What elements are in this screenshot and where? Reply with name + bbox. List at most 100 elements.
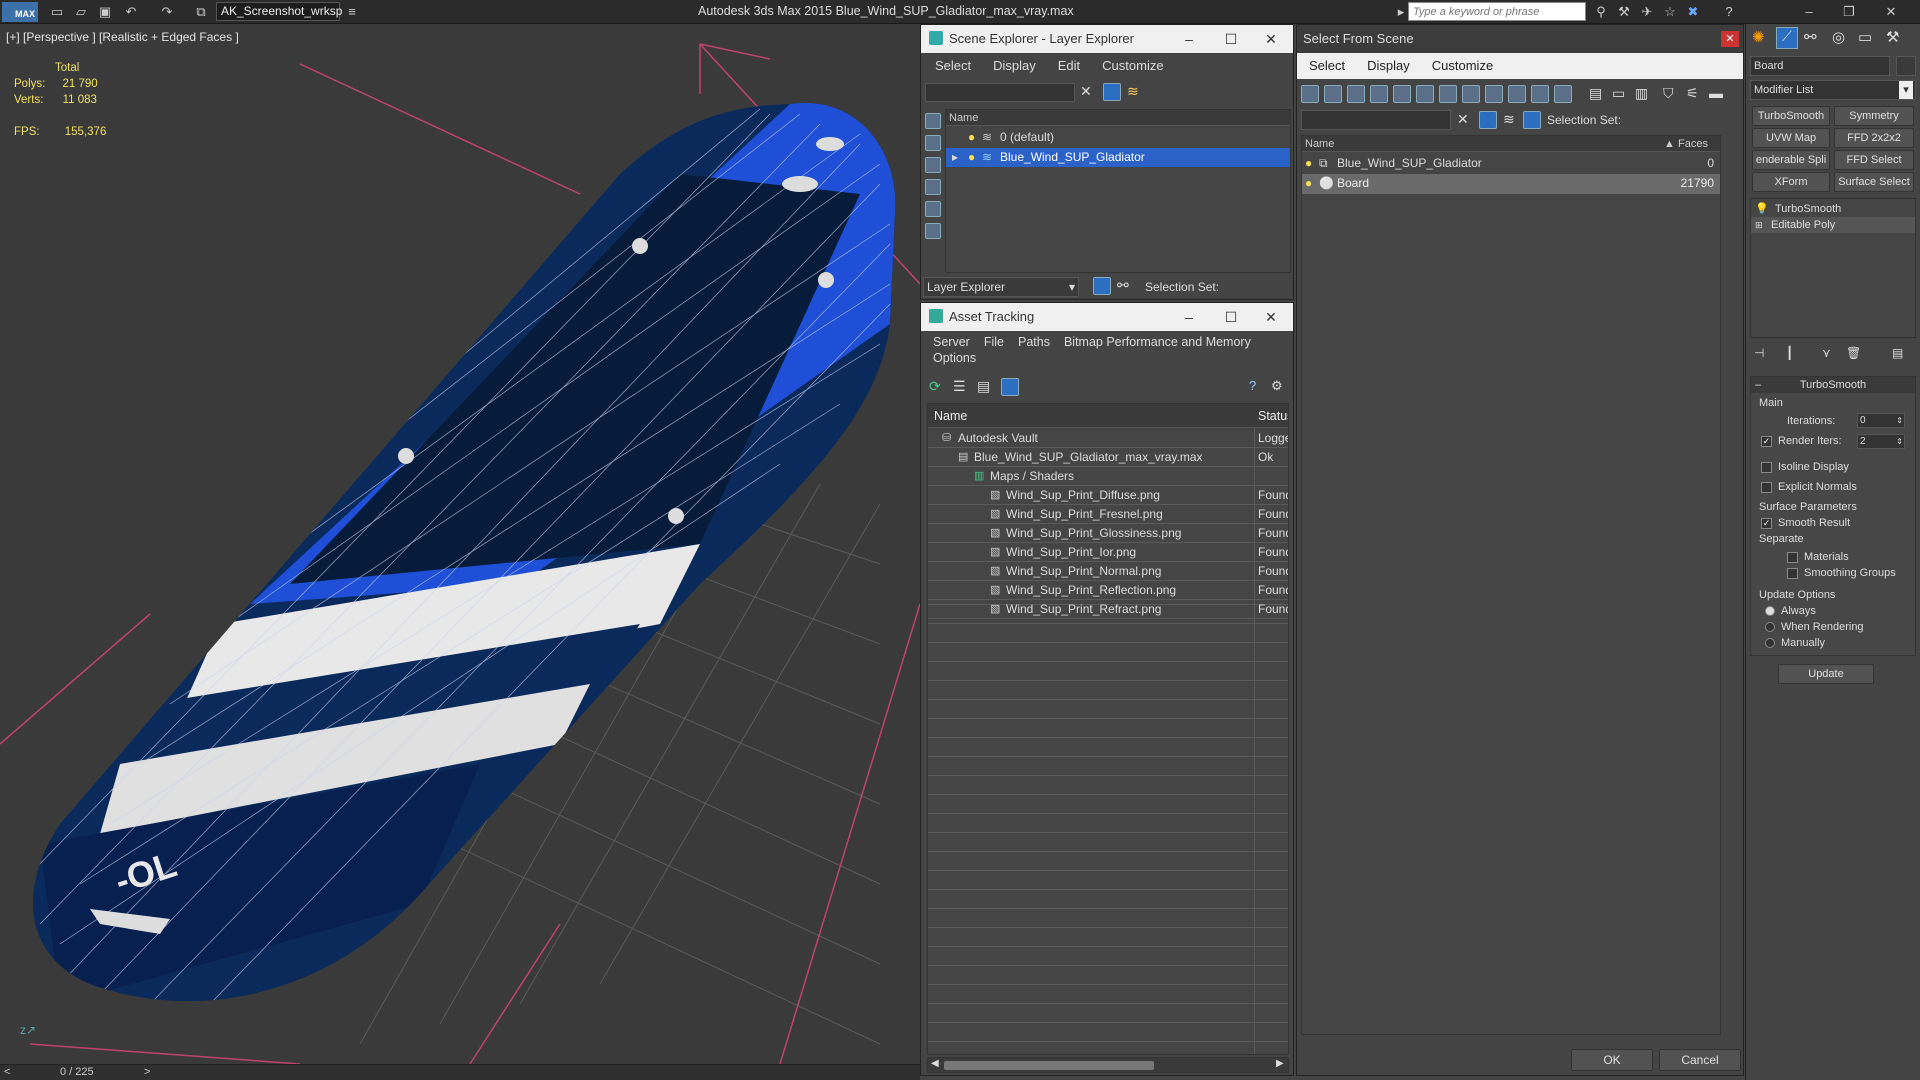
asset-row[interactable]: ▧ Wind_Sup_Print_Diffuse.png Found: [928, 486, 1288, 505]
asset-row[interactable]: ▧ Wind_Sup_Print_Glossiness.png Found: [928, 524, 1288, 543]
containers-icon[interactable]: [1508, 85, 1526, 103]
open-file-icon[interactable]: ▱: [72, 3, 90, 21]
materials-checkbox[interactable]: [1787, 551, 1798, 563]
thumbnail-view-icon[interactable]: ▤: [977, 378, 990, 395]
close-icon[interactable]: ✕: [1251, 25, 1291, 53]
filter-icon[interactable]: [1103, 83, 1121, 101]
object-row-selected[interactable]: ● ⚪ Board 21790: [1302, 174, 1720, 194]
undo-icon[interactable]: ↶: [122, 3, 140, 21]
asset-row[interactable]: ▤ Blue_Wind_SUP_Gladiator_max_vray.max Ok: [928, 448, 1288, 467]
scroll-right-icon[interactable]: ▶: [1276, 1058, 1284, 1069]
when-rendering-radio[interactable]: [1765, 622, 1775, 633]
board-model[interactable]: -OL z↗: [0, 24, 920, 1064]
spinner-arrows-icon[interactable]: ⇕: [1896, 414, 1903, 427]
redo-icon[interactable]: ↷: [158, 3, 176, 21]
spacewarps-icon[interactable]: [1416, 85, 1434, 103]
shape-filter-icon[interactable]: [925, 201, 941, 217]
smooth-result-checkbox[interactable]: ✓: [1761, 517, 1772, 529]
minimize-icon[interactable]: –: [1169, 25, 1209, 53]
modify-tab-icon[interactable]: ⟋: [1776, 27, 1798, 49]
menu-options[interactable]: Options: [933, 349, 976, 367]
maximize-icon[interactable]: ☐: [1211, 25, 1251, 53]
list-view-icon[interactable]: ☰: [953, 378, 966, 395]
renderable-spline-button[interactable]: enderable Spli: [1752, 150, 1830, 170]
new-file-icon[interactable]: ▭: [48, 3, 66, 21]
object-row[interactable]: ● ⧉ Blue_Wind_SUP_Gladiator 0: [1302, 154, 1720, 174]
render-iters-checkbox[interactable]: ✓: [1761, 435, 1772, 447]
cancel-button[interactable]: Cancel: [1659, 1049, 1741, 1071]
bulb-icon[interactable]: ●: [1305, 174, 1312, 193]
column-name[interactable]: Name: [1305, 136, 1334, 152]
configure-sets-icon[interactable]: ▤: [1892, 346, 1903, 360]
render-iters-spinner[interactable]: 2 ⇕: [1857, 434, 1905, 449]
utilities-tab-icon[interactable]: ⚒: [1886, 28, 1899, 46]
horizontal-scrollbar[interactable]: ◀ ▶: [927, 1057, 1289, 1073]
close-icon[interactable]: ✕: [1721, 31, 1739, 47]
clear-find-icon[interactable]: ✕: [1457, 111, 1469, 128]
save-icon[interactable]: ▣: [96, 3, 114, 21]
filter-active-icon[interactable]: [1479, 111, 1497, 129]
settings-icon[interactable]: ⚙: [1271, 378, 1283, 394]
ok-button[interactable]: OK: [1571, 1049, 1653, 1071]
hidden-icon[interactable]: [1554, 85, 1572, 103]
update-button[interactable]: Update: [1778, 664, 1874, 684]
menu-server[interactable]: Server: [933, 333, 970, 349]
light-filter-icon[interactable]: [925, 223, 941, 239]
menu-display[interactable]: Display: [1367, 53, 1410, 79]
scene-explorer-titlebar[interactable]: Scene Explorer - Layer Explorer – ☐ ✕: [921, 25, 1293, 53]
expand-arrow-icon[interactable]: ▸: [952, 148, 958, 167]
rollout-header[interactable]: – TurboSmooth: [1751, 377, 1915, 393]
sort-up-icon[interactable]: ▲: [1664, 136, 1675, 152]
select-none-icon[interactable]: ▭: [1612, 85, 1625, 102]
asset-row[interactable]: ▧ Wind_Sup_Print_Refract.png Found: [928, 600, 1288, 619]
asset-row[interactable]: ▧ Wind_Sup_Print_Normal.png Found: [928, 562, 1288, 581]
app-logo[interactable]: MAX: [2, 2, 38, 22]
scroll-thumb[interactable]: [944, 1061, 1154, 1070]
groups-icon[interactable]: [1439, 85, 1457, 103]
menu-bitmap-performance[interactable]: Bitmap Performance and Memory: [1064, 333, 1251, 349]
menu-display[interactable]: Display: [993, 53, 1036, 79]
display-all-icon[interactable]: [925, 135, 941, 151]
close-icon[interactable]: ✕: [1882, 3, 1900, 21]
refresh-icon[interactable]: ⟳: [929, 378, 941, 395]
xform-button[interactable]: XForm: [1752, 172, 1830, 192]
modifier-list-dropdown[interactable]: Modifier List ▾: [1750, 80, 1916, 100]
display-invert-icon[interactable]: [925, 157, 941, 173]
motion-tab-icon[interactable]: ◎: [1832, 28, 1845, 46]
menu-select[interactable]: Select: [1309, 53, 1345, 79]
make-unique-icon[interactable]: ⋎: [1822, 346, 1831, 360]
hierarchy-sort-icon[interactable]: [1523, 111, 1541, 129]
table-view-icon[interactable]: [1001, 378, 1019, 396]
ffd-select-button[interactable]: FFD Select: [1834, 150, 1914, 170]
search-input[interactable]: [1408, 2, 1586, 21]
communication-icon[interactable]: ✈: [1638, 3, 1656, 21]
helpers-icon[interactable]: [1393, 85, 1411, 103]
uvw-map-button[interactable]: UVW Map: [1752, 128, 1830, 148]
menu-select[interactable]: Select: [935, 53, 971, 79]
find-field[interactable]: [925, 83, 1075, 102]
layer-tree-header[interactable]: Name: [946, 110, 1290, 126]
layers-icon[interactable]: ≋: [1127, 83, 1139, 100]
stack-item-editable-poly[interactable]: ⊞ Editable Poly: [1751, 217, 1915, 233]
menu-customize[interactable]: Customize: [1432, 53, 1493, 79]
help-icon[interactable]: ?: [1249, 378, 1256, 393]
shapes-icon[interactable]: [1324, 85, 1342, 103]
workspace-dropdown[interactable]: AK_Screenshot_wrksp: [216, 2, 342, 21]
subscription-icon[interactable]: ⚒: [1615, 3, 1633, 21]
turbosmooth-button[interactable]: TurboSmooth: [1752, 106, 1830, 126]
explorer-type-dropdown[interactable]: Layer Explorer ▾: [923, 277, 1079, 297]
menu-file[interactable]: File: [984, 333, 1004, 349]
object-color-swatch[interactable]: [1896, 56, 1916, 76]
layers-icon[interactable]: ≋: [1503, 111, 1515, 128]
symmetry-button[interactable]: Symmetry: [1834, 106, 1914, 126]
column-name[interactable]: Name: [934, 404, 967, 428]
geometry-icon[interactable]: [1301, 85, 1319, 103]
scroll-left-icon[interactable]: ◀: [931, 1058, 939, 1069]
sort-by-layers-icon[interactable]: [1093, 277, 1111, 295]
menu-edit[interactable]: Edit: [1058, 53, 1080, 79]
clear-find-icon[interactable]: ✕: [1080, 83, 1092, 100]
bulb-icon[interactable]: ●: [968, 128, 975, 147]
layer-row-gladiator[interactable]: ▸ ● ≋ Blue_Wind_SUP_Gladiator: [946, 148, 1290, 167]
stack-item-turbosmooth[interactable]: 💡 TurboSmooth: [1751, 201, 1915, 217]
display-none-icon[interactable]: [925, 113, 941, 129]
